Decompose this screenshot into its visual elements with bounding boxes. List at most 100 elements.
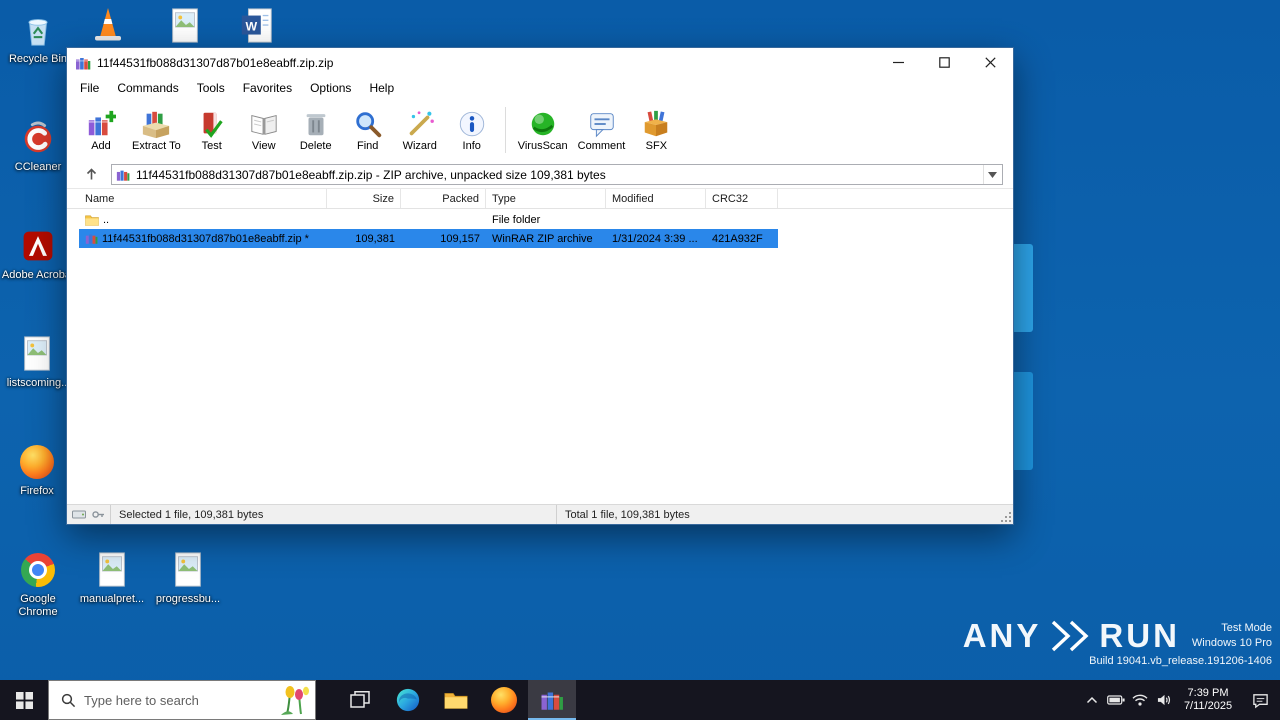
list-row-archive-selected[interactable]: 11f44531fb088d31307d87b01e8eabff.zip * 1… (79, 229, 778, 248)
menu-file[interactable]: File (71, 78, 108, 98)
tray-chevron-up-icon[interactable] (1080, 680, 1104, 720)
taskbar: 7:39 PM 7/11/2025 (0, 680, 1280, 720)
svg-text:W: W (245, 19, 257, 33)
adobe-acrobat-icon (18, 226, 58, 266)
toolbar-delete-button[interactable]: Delete (290, 107, 342, 154)
extract-to-icon (141, 109, 171, 139)
maximize-button[interactable] (921, 48, 967, 77)
sfx-icon (641, 109, 671, 139)
virusscan-icon (528, 109, 558, 139)
image-file-icon (165, 6, 205, 46)
column-header-crc32[interactable]: CRC32 (706, 189, 778, 208)
column-header-name[interactable]: Name (79, 189, 327, 208)
resize-grip[interactable] (1000, 511, 1012, 523)
taskbar-edge-button[interactable] (384, 680, 432, 720)
task-view-button[interactable] (336, 680, 384, 720)
desktop-icon-word-doc[interactable]: W (233, 6, 281, 46)
recycle-bin-icon (18, 10, 58, 50)
desktop-icon-label: progressbu... (155, 593, 221, 605)
column-header-size[interactable]: Size (327, 189, 401, 208)
desktop-icon-progressbu[interactable]: progressbu... (151, 550, 225, 606)
taskbar-winrar-button[interactable] (528, 680, 576, 720)
desktop-icon-vlc[interactable] (84, 4, 132, 44)
menu-bar: File Commands Tools Favorites Options He… (67, 77, 1013, 99)
winrar-icon (540, 688, 564, 712)
minimize-button[interactable] (875, 48, 921, 77)
column-header-modified[interactable]: Modified (606, 189, 706, 208)
start-button[interactable] (0, 680, 48, 720)
tray-battery-icon[interactable] (1104, 680, 1128, 720)
address-combo[interactable]: 11f44531fb088d31307d87b01e8eabff.zip.zip… (111, 164, 1003, 185)
cell-modified: 1/31/2024 3:39 ... (612, 232, 698, 245)
toolbar-comment-button[interactable]: Comment (573, 107, 631, 154)
address-bar: 11f44531fb088d31307d87b01e8eabff.zip.zip… (67, 161, 1013, 189)
toolbar-extract-to-button[interactable]: Extract To (127, 107, 186, 154)
search-input[interactable] (84, 692, 269, 708)
add-icon (86, 109, 116, 139)
desktop-icon-label: Google Chrome (18, 593, 58, 618)
cell-crc32 (706, 210, 778, 229)
taskbar-search[interactable] (48, 680, 316, 720)
firefox-icon (17, 442, 57, 482)
toolbar-find-button[interactable]: Find (342, 107, 394, 154)
column-header-row: Name Size Packed Type Modified CRC32 (67, 189, 1013, 209)
desktop-icon-recycle-bin[interactable]: Recycle Bin (1, 10, 75, 66)
anyrun-logo-icon (1049, 619, 1091, 653)
desktop-icon-image-file[interactable] (161, 6, 209, 46)
taskbar-clock[interactable]: 7:39 PM 7/11/2025 (1176, 687, 1240, 713)
desktop-icon-google-chrome[interactable]: Google Chrome (1, 550, 75, 619)
desktop-icon-label: Firefox (20, 485, 54, 497)
anyrun-brand-left: ANY (962, 617, 1042, 654)
title-bar[interactable]: 11f44531fb088d31307d87b01e8eabff.zip.zip (67, 48, 1013, 77)
tray-volume-icon[interactable] (1152, 680, 1176, 720)
cell-name: .. (103, 213, 110, 226)
windows-logo-icon (15, 691, 33, 709)
image-file-icon (168, 550, 208, 590)
tray-network-icon[interactable] (1128, 680, 1152, 720)
up-one-level-button[interactable] (79, 165, 103, 185)
menu-commands[interactable]: Commands (108, 78, 187, 98)
desktop-icon-ccleaner[interactable]: CCleaner (1, 118, 75, 174)
toolbar-test-button[interactable]: Test (186, 107, 238, 154)
window-title: 11f44531fb088d31307d87b01e8eabff.zip.zip (97, 55, 334, 70)
desktop-icon-adobe-acrobat[interactable]: Adobe Acrobat (1, 226, 75, 282)
status-bar: Selected 1 file, 109,381 bytes Total 1 f… (67, 504, 1013, 524)
toolbar-view-button[interactable]: View (238, 107, 290, 154)
desktop-icon-label: CCleaner (14, 161, 62, 173)
action-center-button[interactable] (1240, 692, 1280, 709)
toolbar-wizard-button[interactable]: Wizard (394, 107, 446, 154)
cell-size (327, 210, 401, 229)
address-dropdown-button[interactable] (983, 165, 1000, 184)
image-file-icon (17, 334, 57, 374)
column-header-type[interactable]: Type (486, 189, 606, 208)
archive-icon (116, 168, 130, 182)
vlc-cone-icon (88, 4, 128, 44)
search-highlights-icon[interactable] (277, 683, 313, 717)
menu-options[interactable]: Options (301, 78, 360, 98)
find-icon (353, 109, 383, 139)
column-header-packed[interactable]: Packed (401, 189, 486, 208)
menu-help[interactable]: Help (360, 78, 403, 98)
task-view-icon (350, 691, 370, 708)
address-text: 11f44531fb088d31307d87b01e8eabff.zip.zip… (136, 167, 606, 182)
desktop-icon-manualpret[interactable]: manualpret... (75, 550, 149, 606)
taskbar-firefox-button[interactable] (480, 680, 528, 720)
close-button[interactable] (967, 48, 1013, 77)
toolbar-separator (504, 107, 506, 153)
clock-time: 7:39 PM (1187, 687, 1229, 699)
toolbar-info-button[interactable]: Info (446, 107, 498, 154)
delete-icon (301, 109, 331, 139)
toolbar-virusscan-button[interactable]: VirusScan (513, 107, 573, 154)
toolbar-add-button[interactable]: Add (75, 107, 127, 154)
list-row-parent-folder[interactable]: .. File folder (79, 210, 778, 229)
menu-tools[interactable]: Tools (188, 78, 234, 98)
toolbar-sfx-button[interactable]: SFX (630, 107, 682, 154)
desktop-icon-firefox[interactable]: Firefox (0, 442, 74, 498)
taskbar-explorer-button[interactable] (432, 680, 480, 720)
cell-modified (606, 210, 706, 229)
menu-favorites[interactable]: Favorites (234, 78, 301, 98)
watermark-mode: Test Mode (1221, 622, 1272, 634)
cell-type: WinRAR ZIP archive (492, 232, 593, 245)
desktop-icon-listscoming[interactable]: listscoming.. (0, 334, 74, 390)
toolbar: Add Extract To Test View Delete Find Wiz… (67, 99, 1013, 161)
